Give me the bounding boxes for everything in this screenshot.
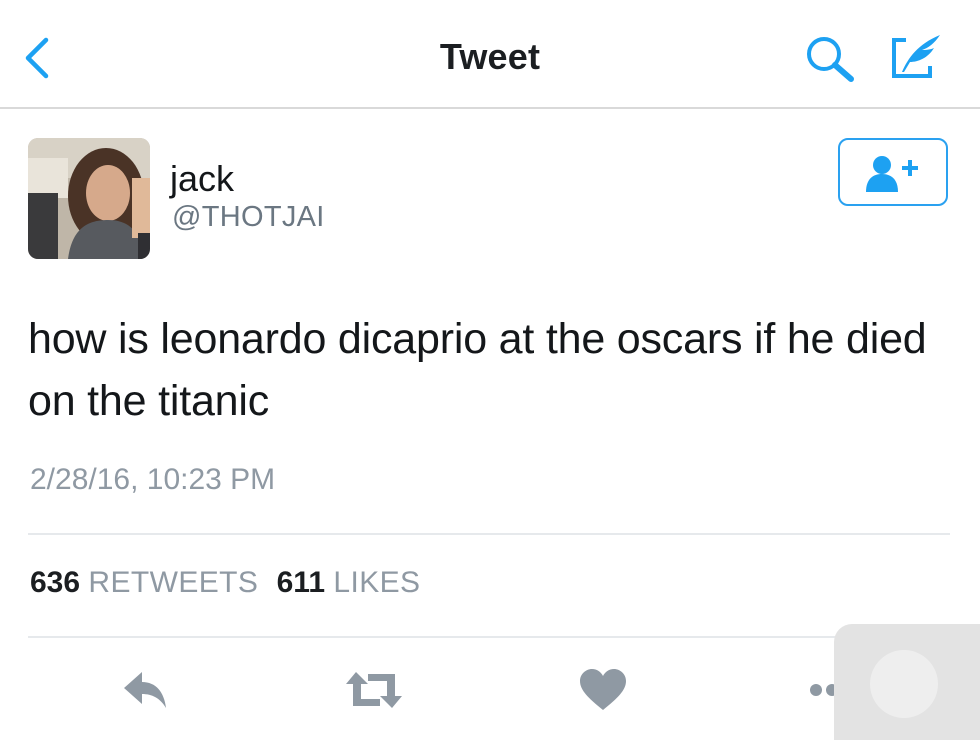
author-handle[interactable]: @THOTJAI	[172, 201, 325, 234]
likes-label: LIKES	[333, 566, 421, 599]
follow-button[interactable]	[838, 138, 948, 206]
reply-button[interactable]	[120, 668, 180, 712]
nav-bar: Tweet	[0, 0, 980, 109]
divider	[28, 636, 950, 638]
search-icon	[807, 37, 854, 82]
assistive-touch-button[interactable]	[834, 624, 980, 740]
retweets-count: 636	[30, 566, 81, 599]
likes-count: 611	[276, 566, 326, 599]
retweet-icon	[346, 672, 402, 708]
compose-tweet-icon	[892, 35, 940, 78]
author-display-name[interactable]: jack	[170, 158, 234, 200]
tweet-timestamp: 2/28/16, 10:23 PM	[30, 463, 276, 496]
compose-button[interactable]	[888, 32, 946, 82]
like-icon	[580, 669, 626, 710]
divider	[28, 533, 950, 535]
like-button[interactable]	[578, 668, 638, 712]
assistive-touch-knob	[870, 650, 938, 718]
add-user-icon	[866, 156, 918, 192]
reply-icon	[124, 672, 166, 708]
retweets-stat[interactable]: 636 RETWEETS	[30, 566, 267, 599]
tweet-text: how is leonardo dicaprio at the oscars i…	[28, 315, 927, 425]
tweet-stats: 636 RETWEETS 611 LIKES	[30, 566, 420, 600]
avatar[interactable]	[28, 138, 150, 259]
retweet-button[interactable]	[344, 668, 404, 712]
search-button[interactable]	[804, 34, 858, 84]
likes-stat[interactable]: 611 LIKES	[277, 566, 421, 599]
retweets-label: RETWEETS	[88, 566, 259, 599]
